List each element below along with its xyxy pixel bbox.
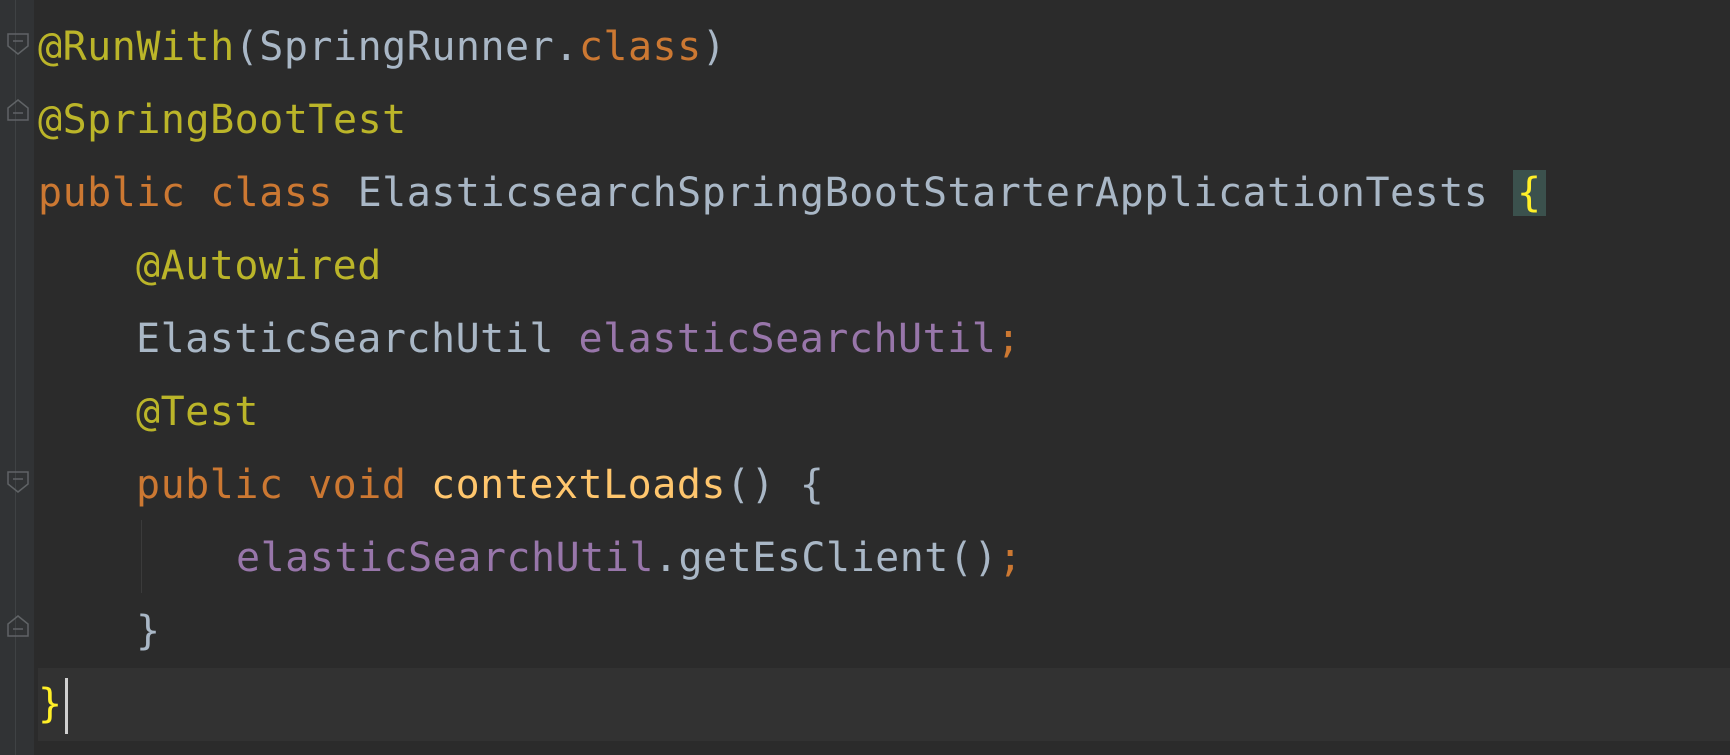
fold-open-icon[interactable] bbox=[4, 468, 32, 496]
code-editor[interactable]: @RunWith(SpringRunner.class) @SpringBoot… bbox=[0, 0, 1730, 755]
code-token: void bbox=[308, 462, 431, 508]
code-token: public bbox=[136, 462, 309, 508]
code-token: ; bbox=[996, 316, 1021, 362]
text-caret bbox=[64, 678, 68, 734]
code-token: ElasticSearchUtil bbox=[136, 316, 579, 362]
fold-close-icon[interactable] bbox=[4, 612, 32, 640]
code-token: () { bbox=[725, 462, 825, 508]
code-token: elasticSearchUtil bbox=[236, 535, 654, 581]
fold-close-icon[interactable] bbox=[4, 96, 32, 124]
code-token: class bbox=[578, 24, 702, 70]
code-token: } bbox=[38, 681, 63, 727]
code-token: ; bbox=[998, 535, 1023, 581]
code-line-5[interactable]: ElasticSearchUtil elasticSearchUtil; bbox=[38, 303, 1021, 376]
code-token: public bbox=[38, 170, 211, 216]
code-token: ) bbox=[701, 24, 727, 70]
code-token: ElasticsearchSpringBootStarterApplicatio… bbox=[357, 170, 1513, 216]
fold-open-icon[interactable] bbox=[4, 30, 32, 58]
code-token: contextLoads bbox=[431, 462, 726, 508]
code-line-7[interactable]: public void contextLoads() { bbox=[38, 449, 824, 522]
code-token: @SpringBootTest bbox=[38, 97, 407, 143]
code-token: .getEsClient() bbox=[653, 535, 999, 581]
code-token: elasticSearchUtil bbox=[578, 316, 997, 362]
code-token: @Autowired bbox=[136, 243, 382, 289]
code-line-4[interactable]: @Autowired bbox=[38, 230, 382, 303]
code-line-6[interactable]: @Test bbox=[38, 376, 259, 449]
code-token: @Test bbox=[136, 389, 259, 435]
code-token: { bbox=[1512, 170, 1546, 216]
code-line-8[interactable]: elasticSearchUtil.getEsClient(); bbox=[38, 522, 1023, 595]
code-line-1[interactable]: @RunWith(SpringRunner.class) bbox=[38, 11, 726, 84]
code-token: } bbox=[136, 608, 161, 654]
code-token: @RunWith bbox=[38, 24, 235, 70]
code-line-9[interactable]: } bbox=[38, 595, 161, 668]
code-token: class bbox=[210, 170, 358, 216]
code-line-3[interactable]: public class ElasticsearchSpringBootStar… bbox=[38, 157, 1546, 230]
code-line-10[interactable]: } bbox=[38, 668, 1730, 741]
code-line-2[interactable]: @SpringBootTest bbox=[38, 84, 407, 157]
code-token: (SpringRunner. bbox=[234, 24, 579, 70]
